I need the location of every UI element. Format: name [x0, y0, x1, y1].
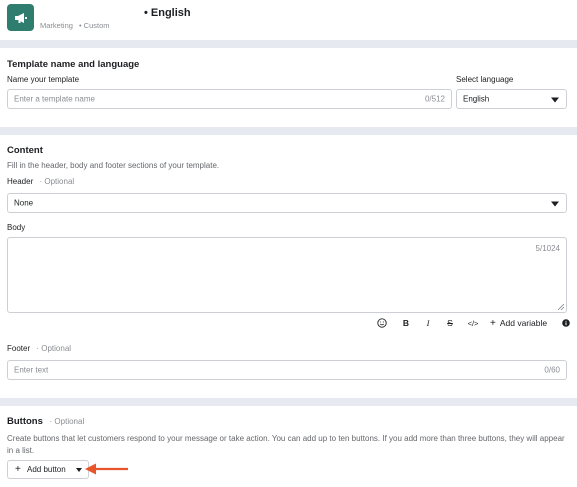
header-type-value: None — [14, 198, 34, 208]
chevron-down-icon — [76, 468, 82, 472]
section-divider — [0, 127, 577, 135]
page-title: • English — [144, 7, 191, 19]
chevron-down-icon — [551, 201, 559, 207]
buttons-section-title: Buttons — [7, 416, 43, 427]
footer-input[interactable]: Enter text 0/60 — [7, 360, 567, 380]
category-tag: Marketing — [40, 21, 73, 30]
footer-counter: 0/60 — [544, 365, 560, 375]
footer-label-text: Footer — [7, 344, 31, 353]
emoji-icon[interactable] — [376, 316, 388, 330]
footer-placeholder: Enter text — [14, 365, 49, 375]
code-button[interactable]: </> — [466, 316, 480, 330]
footer-optional-text: · Optional — [36, 344, 72, 353]
header-type-select[interactable]: None — [7, 193, 567, 213]
plus-icon: + — [15, 464, 21, 475]
buttons-optional-text: · Optional — [49, 417, 85, 426]
section-divider — [0, 398, 577, 406]
name-label: Name your template — [7, 75, 80, 84]
bold-button[interactable]: B — [400, 316, 412, 330]
body-formatting-toolbar: B I S </> + Add variable — [376, 316, 570, 330]
header-optional-text: · Optional — [39, 177, 75, 186]
italic-button[interactable]: I — [422, 316, 434, 330]
type-tag: • Custom — [78, 21, 110, 30]
strikethrough-button[interactable]: S — [444, 316, 456, 330]
header-label: Header · Optional — [7, 177, 74, 186]
body-textarea[interactable]: 5/1024 — [7, 237, 567, 313]
add-button-dropdown[interactable]: + Add button — [7, 460, 89, 479]
template-section-title: Template name and language — [7, 59, 140, 70]
chevron-down-icon — [551, 97, 559, 103]
megaphone-icon — [7, 4, 34, 31]
buttons-help-text: Create buttons that let customers respon… — [7, 434, 565, 455]
info-icon[interactable] — [562, 316, 570, 330]
body-label: Body — [7, 223, 26, 232]
content-section-title: Content — [7, 145, 43, 156]
language-label: Select language — [456, 75, 514, 84]
content-help-text: Fill in the header, body and footer sect… — [7, 161, 220, 170]
template-name-input[interactable]: Enter a template name 0/512 — [7, 89, 452, 109]
add-variable-label: Add variable — [499, 318, 548, 328]
template-name-counter: 0/512 — [424, 94, 445, 104]
language-select[interactable]: English — [456, 89, 567, 109]
section-divider — [0, 40, 577, 48]
footer-label: Footer · Optional — [7, 344, 71, 353]
header-label-text: Header — [7, 177, 34, 186]
language-value: English — [463, 94, 490, 104]
add-variable-button[interactable]: + Add variable — [490, 316, 547, 330]
template-name-placeholder: Enter a template name — [14, 94, 95, 104]
template-tags: Marketing • Custom — [40, 21, 110, 30]
resize-handle-icon[interactable] — [558, 304, 564, 310]
add-button-label: Add button — [27, 465, 66, 474]
pointer-arrow-icon — [85, 463, 128, 475]
plus-icon: + — [490, 317, 496, 329]
buttons-section-header: Buttons · Optional — [7, 416, 84, 427]
template-header: Marketing • Custom • English — [0, 0, 577, 40]
body-counter: 5/1024 — [535, 244, 560, 253]
